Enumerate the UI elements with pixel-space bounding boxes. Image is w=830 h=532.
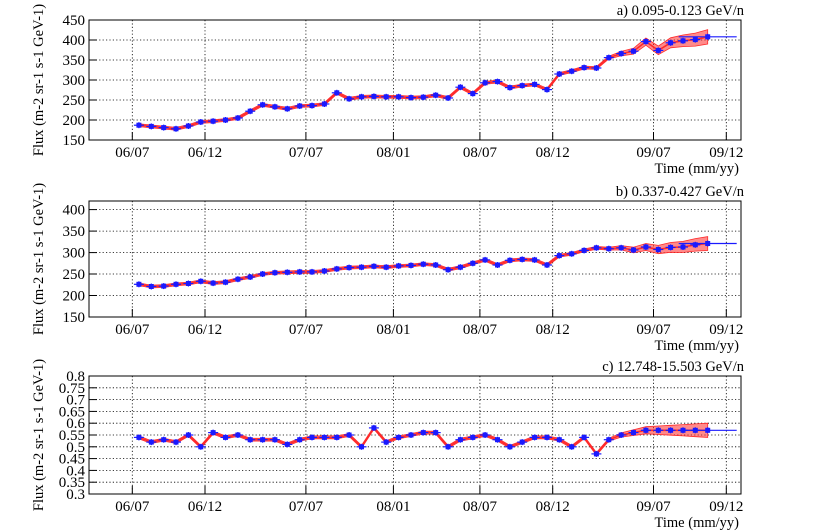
x-axis-label: Time (mm/yy) — [655, 161, 740, 177]
x-tick-label: 08/01 — [376, 145, 410, 161]
data-point — [406, 94, 416, 101]
data-point — [257, 436, 268, 443]
y-tick-label: 200 — [63, 289, 86, 305]
y-tick-label: 250 — [63, 93, 86, 109]
x-tick-label: 08/01 — [376, 322, 410, 338]
x-tick-label: 09/12 — [709, 322, 743, 338]
data-point — [368, 263, 379, 270]
x-tick-label: 06/12 — [188, 322, 222, 338]
panel-title: a) 0.095-0.123 GeV/n — [617, 3, 745, 19]
x-tick-label: 09/07 — [636, 499, 671, 515]
x-tick-label: 06/12 — [188, 145, 222, 161]
x-tick-label: 08/12 — [536, 322, 570, 338]
x-tick-label: 06/07 — [115, 499, 150, 515]
plot-frame — [88, 200, 742, 318]
data-point — [517, 256, 528, 263]
x-tick-label: 06/07 — [115, 322, 150, 338]
figure-canvas: 150 200 250 300 350 400 450 06/07 06/12 07/07 08/0… — [31, 3, 745, 531]
data-point — [406, 262, 416, 269]
x-tick-label: 09/12 — [709, 499, 743, 515]
x-tick-label: 09/12 — [709, 145, 743, 161]
x-tick-label: 08/07 — [463, 322, 498, 338]
x-axis-label: Time (mm/yy) — [655, 338, 740, 354]
y-tick-label: 300 — [63, 246, 86, 262]
y-tick-label: 150 — [63, 133, 86, 149]
x-tick-label: 08/12 — [536, 499, 570, 515]
x-tick-label: 08/07 — [463, 499, 498, 515]
y-tick-label: 200 — [63, 113, 86, 129]
data-point — [368, 93, 379, 100]
y-axis-label: Flux (m-2 sr-1 s-1 GeV-1) — [31, 359, 47, 511]
x-tick-label: 07/07 — [289, 145, 324, 161]
x-tick-label: 09/07 — [636, 322, 671, 338]
y-tick-label: 450 — [63, 13, 86, 29]
panel-title: c) 12.748-15.503 GeV/n — [602, 359, 745, 375]
panel-b: 150 200 250 300 350 400 06/07 06/12 07/07 08/01 08… — [31, 183, 745, 354]
x-tick-label: 09/07 — [636, 145, 671, 161]
data-point — [418, 261, 429, 268]
y-tick-label: 150 — [63, 310, 86, 326]
x-tick-label: 07/07 — [289, 499, 324, 515]
y-tick-label: 0.8 — [66, 369, 85, 385]
data-point — [393, 93, 404, 100]
data-point — [356, 264, 367, 271]
y-tick-label: 400 — [63, 33, 86, 49]
x-tick-label: 08/07 — [463, 145, 498, 161]
y-tick-label: 250 — [63, 267, 86, 283]
y-tick-label: 350 — [63, 53, 86, 69]
x-tick-label: 06/07 — [115, 145, 150, 161]
x-tick-label: 07/07 — [289, 322, 324, 338]
panel-title: b) 0.337-0.427 GeV/n — [616, 184, 745, 200]
x-tick-label: 08/12 — [536, 145, 570, 161]
x-tick-label: 08/01 — [376, 499, 410, 515]
x-tick-label: 06/12 — [188, 499, 222, 515]
y-axis-label: Flux (m-2 sr-1 s-1 GeV-1) — [31, 4, 47, 156]
y-tick-label: 400 — [63, 203, 86, 219]
y-tick-label: 300 — [63, 73, 86, 89]
series-line — [138, 36, 708, 130]
x-axis-label: Time (mm/yy) — [655, 515, 740, 531]
y-tick-label: 350 — [63, 224, 86, 240]
data-point — [307, 268, 317, 275]
panel-a: 150 200 250 300 350 400 450 06/07 06/12 07/07 08/0… — [31, 3, 745, 177]
panel-c: 0.30.350.40.450.50.550.60.650.70.750.806… — [31, 359, 745, 531]
data-point — [381, 93, 392, 100]
y-axis-label: Flux (m-2 sr-1 s-1 GeV-1) — [31, 183, 47, 335]
